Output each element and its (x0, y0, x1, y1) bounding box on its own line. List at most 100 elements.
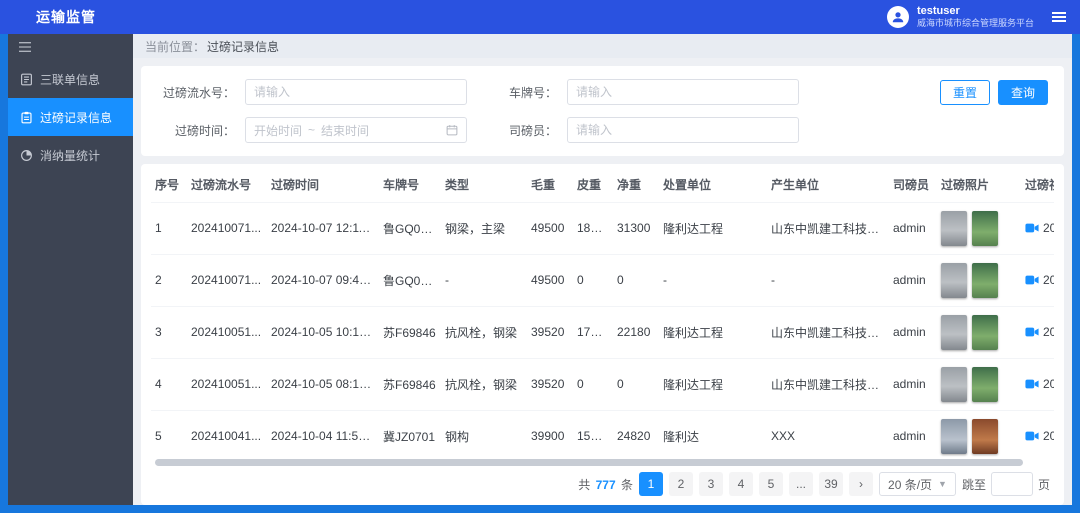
cell-producer: 山东中凯建工科技有限... (767, 306, 889, 358)
query-button[interactable]: 查询 (998, 80, 1048, 105)
video-camera-icon (1025, 222, 1039, 234)
video-link[interactable]: 20241007... (1025, 221, 1054, 235)
cell-producer: 山东中凯建工科技有限... (767, 202, 889, 254)
weigh-photo-2[interactable] (972, 367, 998, 402)
breadcrumb-current: 过磅记录信息 (207, 38, 279, 55)
horizontal-scrollbar-track (151, 457, 1054, 467)
weigh-photo-1[interactable] (941, 211, 967, 246)
weigh-photo-1[interactable] (941, 263, 967, 298)
video-link[interactable]: 20241005... (1025, 325, 1054, 339)
total-count: 777 (596, 478, 616, 492)
weigh-photo-1[interactable] (941, 419, 967, 454)
video-link[interactable]: 20241005... (1025, 377, 1054, 391)
reset-button[interactable]: 重置 (940, 80, 990, 105)
app-root: 运输监管 testuser 威海市城市综合管理服务平台 三联单信息 (0, 0, 1080, 513)
next-page-button[interactable]: › (849, 472, 873, 496)
sidebar-item-consumption-stats[interactable]: 消纳量统计 (8, 136, 133, 174)
page-button-4[interactable]: 4 (729, 472, 753, 496)
weigh-records-table-card: 序号 过磅流水号 过磅时间 车牌号 类型 毛重 皮重 净重 处置单位 产生单位 (141, 164, 1064, 505)
col-disposal: 处置单位 (659, 168, 767, 202)
calendar-icon (446, 124, 458, 136)
cell-tare: 18200 (573, 202, 613, 254)
table-row: 1 202410071... 2024-10-07 12:11:13 鲁GQ02… (151, 202, 1054, 254)
total-suffix: 条 (621, 478, 633, 492)
video-camera-icon (1025, 326, 1039, 338)
page-button-more[interactable]: ... (789, 472, 813, 496)
cell-operator: admin (889, 254, 937, 306)
cell-time: 2024-10-05 08:13:58 (267, 358, 379, 410)
cell-net: 24820 (613, 410, 659, 457)
sidebar-item-label: 三联单信息 (40, 71, 100, 88)
weigh-photo-2[interactable] (972, 315, 998, 350)
cell-type: 钢构 (441, 410, 527, 457)
table-header-row: 序号 过磅流水号 过磅时间 车牌号 类型 毛重 皮重 净重 处置单位 产生单位 (151, 168, 1054, 202)
filter-row-1: 过磅流水号： 车牌号： 重置 查询 (157, 78, 1048, 106)
page-button-5[interactable]: 5 (759, 472, 783, 496)
chevron-down-icon: ▼ (938, 479, 947, 489)
page-size-select[interactable]: 20 条/页 ▼ (879, 472, 956, 496)
clipboard-icon (20, 111, 33, 124)
hamburger-menu-icon[interactable] (1052, 12, 1066, 22)
user-info: testuser 威海市城市综合管理服务平台 (917, 5, 1034, 29)
col-gross: 毛重 (527, 168, 573, 202)
cell-operator: admin (889, 306, 937, 358)
breadcrumb: 当前位置： 过磅记录信息 (133, 34, 1072, 58)
col-plate: 车牌号 (379, 168, 441, 202)
sidebar-item-trip-ticket[interactable]: 三联单信息 (8, 60, 133, 98)
cell-net: 0 (613, 358, 659, 410)
user-icon (891, 10, 905, 24)
page-button-1[interactable]: 1 (639, 472, 663, 496)
top-header: 运输监管 testuser 威海市城市综合管理服务平台 (0, 0, 1080, 34)
operator-label: 司磅员： (497, 122, 557, 139)
serial-input[interactable] (245, 79, 467, 105)
col-video: 过磅视频 (1021, 168, 1054, 202)
weigh-photo-1[interactable] (941, 315, 967, 350)
cell-serial: 202410051... (187, 358, 267, 410)
cell-disposal: - (659, 254, 767, 306)
pagination: 共 777 条 1 2 3 4 5 ... 39 › 20 条/页 ▼ (151, 467, 1054, 501)
cell-time: 2024-10-07 12:11:13 (267, 202, 379, 254)
cell-net: 31300 (613, 202, 659, 254)
sidebar: 三联单信息 过磅记录信息 消纳量统计 (8, 34, 133, 505)
jump-page-input[interactable] (991, 472, 1033, 496)
breadcrumb-prefix: 当前位置： (145, 38, 205, 55)
cell-tare: 0 (573, 358, 613, 410)
cell-gross: 39900 (527, 410, 573, 457)
jump-suffix: 页 (1038, 476, 1050, 493)
photo-thumbnails (941, 367, 1017, 402)
horizontal-scrollbar[interactable] (155, 459, 1023, 466)
page-button-3[interactable]: 3 (699, 472, 723, 496)
sidebar-collapse-icon[interactable] (8, 34, 133, 60)
weigh-photo-2[interactable] (972, 419, 998, 454)
end-time-placeholder: 结束时间 (321, 122, 369, 139)
cell-operator: admin (889, 202, 937, 254)
cell-seq: 4 (151, 358, 187, 410)
cell-plate: 鲁GQ02... (379, 254, 441, 306)
col-producer: 产生单位 (767, 168, 889, 202)
plate-input[interactable] (567, 79, 799, 105)
username: testuser (917, 5, 1034, 18)
start-time-placeholder: 开始时间 (254, 122, 302, 139)
col-time: 过磅时间 (267, 168, 379, 202)
cell-disposal: 隆利达 (659, 410, 767, 457)
weigh-photo-1[interactable] (941, 367, 967, 402)
operator-input[interactable] (567, 117, 799, 143)
sidebar-item-weigh-records[interactable]: 过磅记录信息 (8, 98, 133, 136)
document-icon (20, 73, 33, 86)
video-filename: 20241005... (1043, 377, 1054, 391)
page-button-39[interactable]: 39 (819, 472, 843, 496)
cell-gross: 49500 (527, 254, 573, 306)
avatar[interactable] (887, 6, 909, 28)
page-button-2[interactable]: 2 (669, 472, 693, 496)
pagination-total: 共 777 条 (578, 476, 633, 493)
video-link[interactable]: 20241007... (1025, 273, 1054, 287)
cell-gross: 49500 (527, 202, 573, 254)
cell-time: 2024-10-04 11:51:16 (267, 410, 379, 457)
range-separator: ~ (308, 123, 315, 137)
table-row: 2 202410071... 2024-10-07 09:48:04 鲁GQ02… (151, 254, 1054, 306)
time-range-input[interactable]: 开始时间 ~ 结束时间 (245, 117, 467, 143)
weigh-photo-2[interactable] (972, 211, 998, 246)
weigh-photo-2[interactable] (972, 263, 998, 298)
filter-row-2: 过磅时间： 开始时间 ~ 结束时间 司磅员： (157, 116, 1048, 144)
video-link[interactable]: 20241004... (1025, 429, 1054, 443)
